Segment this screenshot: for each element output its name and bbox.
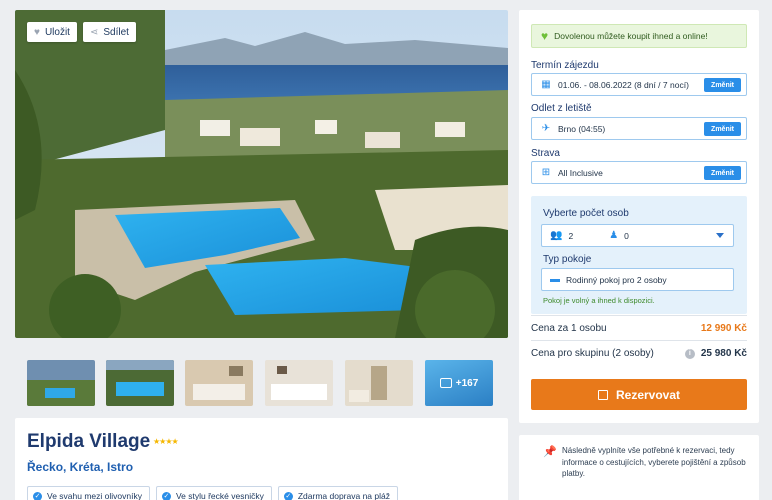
board-value: All Inclusive [558,167,603,178]
departure-label: Odlet z letiště [531,103,592,114]
price-group-label: Cena pro skupinu (2 osoby) [531,348,654,359]
save-label: Uložit [44,26,70,38]
room-type-value: Rodinný pokoj pro 2 osoby [566,274,667,285]
promo-text: Dovolenou můžete koupit ihned a online! [554,31,708,41]
hotel-detail: ♥ Uložit ⋖ Sdílet +167 Elpida Village ★★… [15,10,508,500]
hotel-tag-label: Ve stylu řecké vesničky [175,491,264,500]
thumbnail-image [265,360,333,406]
heart-icon: ♥ [541,29,549,43]
adults-icon: 👥 [550,230,563,241]
thumbnail[interactable] [106,360,174,406]
reservation-note-text: Následně vyplníte vše potřebné k rezerva… [562,446,746,478]
heart-icon: ♥ [34,26,40,38]
child-icon: ♟ [609,230,619,241]
board-field[interactable]: ⊞ All Inclusive Změnit [531,161,747,184]
reservation-note: 📌 Následně vyplníte vše potřebné k rezer… [519,435,759,500]
more-photos-count: +167 [455,377,479,389]
adults-count: 2 [568,230,574,241]
booking-panel: ♥ Dovolenou můžete koupit ihned a online… [519,10,759,423]
reserve-label: Rezervovat [615,387,681,402]
price-group: 25 980 Kč [700,348,747,359]
thumbnail-image [106,360,174,406]
calendar-icon [597,389,608,400]
save-button[interactable]: ♥ Uložit [27,22,77,42]
change-board-button[interactable]: Změnit [704,166,741,180]
hotel-tag: ✓ Ve svahu mezi olivovníky [27,486,150,500]
term-field[interactable]: ▦ 01.06. - 08.06.2022 (8 dní / 7 nocí) Z… [531,73,747,96]
chevron-down-icon [716,233,724,238]
airplane-icon: ✈ [541,123,551,134]
room-type-label: Typ pokoje [543,254,592,265]
change-term-button[interactable]: Změnit [704,78,741,92]
price-per-person-row: Cena za 1 osobu 12 990 Kč [531,323,747,334]
divider [531,340,747,341]
hero-image [15,10,508,338]
thumbnail-image [345,360,413,406]
share-label: Sdílet [103,26,129,38]
bed-icon: ▬ [550,274,560,285]
calendar-icon: ▦ [541,79,551,90]
hotel-tag: ✓ Zdarma doprava na pláž [277,486,398,500]
photo-thumbnails: +167 [15,360,508,406]
check-icon: ✓ [161,491,171,500]
thumbnail-image [27,360,95,406]
price-group-value: i 25 980 Kč [684,348,747,359]
persons-label: Vyberte počet osob [543,208,629,219]
reserve-button[interactable]: Rezervovat [531,379,747,410]
check-icon: ✓ [33,491,42,500]
board-label: Strava [531,148,560,159]
change-departure-button[interactable]: Změnit [704,122,741,136]
star-rating: ★★★★ [153,437,179,446]
hero-photo[interactable]: ♥ Uložit ⋖ Sdílet [15,10,508,338]
price-per-person: 12 990 Kč [700,323,747,334]
departure-field[interactable]: ✈ Brno (04:55) Změnit [531,117,747,140]
persons-select[interactable]: 👥 2 ♟ 0 [541,224,734,247]
share-icon: ⋖ [90,26,99,38]
term-value: 01.06. - 08.06.2022 (8 dní / 7 nocí) [558,79,689,90]
hotel-name: Elpida Village [27,431,151,452]
thumbnail[interactable] [185,360,253,406]
thumbnail-image [185,360,253,406]
thumbnail[interactable] [27,360,95,406]
hotel-tag-label: Ve svahu mezi olivovníky [47,491,142,500]
meal-icon: ⊞ [541,167,551,178]
hotel-tags: ✓ Ve svahu mezi olivovníky ✓ Ve stylu řeck… [27,486,398,500]
divider [531,315,747,316]
thumbnail[interactable] [345,360,413,406]
gallery-icon [439,378,452,388]
more-photos-button[interactable]: +167 [425,360,493,406]
price-per-person-label: Cena za 1 osobu [531,323,607,334]
info-icon[interactable]: i [684,348,695,359]
availability-note: Pokoj je volný a ihned k dispozici. [543,296,655,305]
thumbnail[interactable] [265,360,333,406]
hotel-info: Elpida Village ★★★★ Řecko, Kréta, Istro … [15,418,508,500]
children-count: 0 [624,230,629,241]
pin-icon: 📌 [543,446,557,458]
online-purchase-banner: ♥ Dovolenou můžete koupit ihned a online… [531,24,747,48]
hotel-tag: ✓ Ve stylu řecké vesničky [155,486,272,500]
hotel-tag-label: Zdarma doprava na pláž [297,491,390,500]
departure-value: Brno (04:55) [558,123,606,134]
price-group-row: Cena pro skupinu (2 osoby) i 25 980 Kč [531,348,747,359]
hotel-location[interactable]: Řecko, Kréta, Istro [27,460,133,474]
check-icon: ✓ [283,491,293,500]
term-label: Termín zájezdu [531,60,599,71]
room-type-select[interactable]: ▬ Rodinný pokoj pro 2 osoby [541,268,734,291]
share-button[interactable]: ⋖ Sdílet [83,22,136,42]
persons-room-box: Vyberte počet osob 👥 2 ♟ 0 Typ pokoje ▬ … [531,196,747,314]
